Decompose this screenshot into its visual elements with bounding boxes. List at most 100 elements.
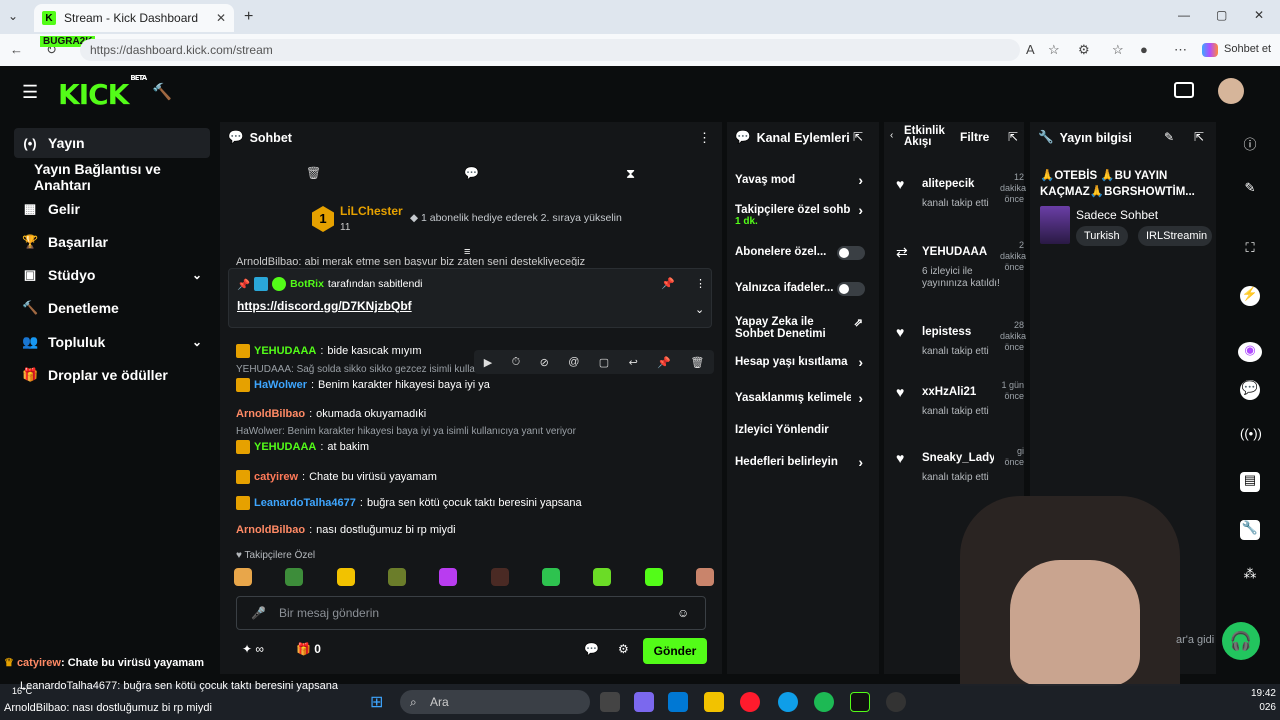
store-icon[interactable] (668, 692, 688, 712)
chat-username[interactable]: HaWolwer (254, 379, 307, 391)
feed-username[interactable]: xxHzAli21 (922, 386, 994, 398)
edit-rail-icon[interactable]: ✎ (1240, 180, 1260, 200)
chat-message[interactable]: ArnoldBilbao: nası dostluğumuz bi rp miyd… (236, 524, 456, 536)
emote-5[interactable] (439, 568, 458, 586)
chat-input[interactable]: 🎤 Bir mesaj gönderin ☺ (236, 596, 706, 630)
action-item-4[interactable]: Yapay Zeka ile Sohbet Denetimi ⇗ (735, 316, 873, 340)
widgets-icon[interactable]: ⁂ (1240, 566, 1260, 586)
spotify-icon[interactable] (814, 692, 834, 712)
broadcast-icon[interactable]: ((•)) (1240, 426, 1262, 446)
toggle-switch[interactable] (837, 246, 865, 260)
kick-logo[interactable]: KICKBETA (58, 74, 147, 111)
chat-username[interactable]: YEHUDAAA (254, 441, 316, 453)
url-field[interactable]: https://dashboard.kick.com/stream (80, 39, 1020, 61)
chat-message[interactable]: ArnoldBilbao: okumada okuyamadıki (236, 408, 426, 420)
popout-icon[interactable]: ⇱ (853, 130, 863, 144)
pinned-by-user[interactable]: BotRix (290, 278, 324, 290)
avatar[interactable] (1218, 78, 1244, 104)
sohbet-et-button[interactable]: Sohbet et (1224, 43, 1271, 55)
chat-message[interactable]: LeanardoTalha4677: buğra sen kötü çocuk t… (236, 496, 582, 510)
trash-icon[interactable]: 🗑 (306, 166, 321, 180)
feed-username[interactable]: YEHUDAAA (922, 246, 994, 258)
clock[interactable]: 19:42 026 (1228, 687, 1276, 715)
obs-icon[interactable] (886, 692, 906, 712)
sidebar-item-5[interactable]: 🔨 Denetleme (14, 293, 210, 323)
emote-6[interactable] (490, 568, 509, 586)
favorites-bar-icon[interactable]: ☆ (1112, 42, 1124, 58)
emote-2[interactable] (285, 568, 304, 586)
sidebar-item-4[interactable]: ▣ Stüdyo ⌄ (14, 260, 210, 290)
emote-9[interactable] (644, 568, 663, 586)
gift-counter[interactable]: 🎁 0 (296, 642, 321, 656)
chat-more-icon[interactable]: ⋮ (698, 130, 711, 146)
expand-chevron-icon[interactable]: ⌄ (695, 303, 704, 316)
chat-message[interactable]: catyirew: Chate bu virüsü yayamam (236, 470, 437, 484)
play-icon[interactable]: ▶ (484, 356, 492, 369)
community-points[interactable]: ✦ ∞ (242, 642, 264, 656)
pin-message-icon[interactable]: 📌 (657, 356, 671, 369)
explorer-icon[interactable] (704, 692, 724, 712)
new-tab-icon[interactable]: + (244, 8, 253, 26)
back-icon[interactable]: ← (10, 42, 23, 57)
more-icon[interactable]: ⋯ (1174, 42, 1187, 58)
lightning-icon[interactable]: ⚡ (1240, 286, 1260, 306)
copy-icon[interactable]: ▢ (599, 356, 609, 369)
filter-button[interactable]: Filtre (960, 130, 989, 144)
browser-tab[interactable]: K Stream - Kick Dashboard ✕ (34, 4, 234, 32)
emote-7[interactable] (541, 568, 560, 586)
close-tab-icon[interactable]: ✕ (216, 11, 226, 25)
category-thumbnail[interactable] (1040, 206, 1070, 244)
chat-settings-icon[interactable]: ⚙ (618, 642, 629, 656)
teams-icon[interactable] (634, 692, 654, 712)
info-icon[interactable]: ⓘ (1240, 134, 1260, 154)
feed-back-icon[interactable]: ‹ (890, 130, 893, 141)
action-item-0[interactable]: Yavaş mod › (735, 172, 873, 188)
action-item-7[interactable]: İzleyici Yönlendir (735, 424, 873, 436)
feed-username[interactable]: alitepecik (922, 178, 994, 190)
reply-icon[interactable]: ↩ (629, 356, 638, 369)
ai-orb-icon[interactable]: ◉ (1238, 342, 1262, 362)
feed-username[interactable]: lepistess (922, 326, 994, 338)
timeout-icon[interactable]: ⏱ (512, 356, 521, 369)
chat-message[interactable]: HaWolwer: Benim karakter hikayesi baya iy… (236, 378, 490, 392)
edit-icon[interactable]: ✎ (1164, 130, 1174, 144)
hammer-icon[interactable]: 🔨 (152, 82, 172, 102)
action-item-5[interactable]: Hesap yaşı kısıtlama › (735, 354, 873, 370)
tag-turkish[interactable]: Turkish (1076, 226, 1128, 246)
sidebar-item-2[interactable]: ▦ Gelir (14, 194, 210, 224)
sidebar-item-6[interactable]: 👥 Topluluk ⌄ (14, 327, 210, 357)
chat-message[interactable]: YEHUDAAA: at bakim (236, 440, 369, 454)
toggle-switch[interactable] (837, 282, 865, 296)
chat-username[interactable]: ArnoldBilbao (236, 524, 305, 536)
feed-popout-icon[interactable]: ⇱ (1008, 130, 1018, 144)
pinned-link[interactable]: https://discord.gg/D7KNjzbQbf (237, 299, 412, 313)
emoji-icon[interactable]: ☺ (677, 597, 689, 629)
extensions-icon[interactable]: ⚙ (1078, 42, 1090, 58)
emote-10[interactable] (695, 568, 714, 586)
mic-icon[interactable]: 🎤 (251, 597, 266, 629)
tab-list-chevron-icon[interactable]: ⌄ (8, 9, 18, 23)
feed-username[interactable]: Sneaky_Lady (922, 452, 994, 464)
edge-icon[interactable] (778, 692, 798, 712)
emote-4[interactable] (387, 568, 406, 586)
emote-3[interactable] (336, 568, 355, 586)
chat-username[interactable]: LeanardoTalha4677 (254, 497, 356, 509)
action-item-1[interactable]: Takipçilere özel sohb 1 dk. › (735, 202, 873, 227)
action-item-3[interactable]: Yalnızca ifadeler... (735, 282, 873, 296)
favorite-icon[interactable]: ☆ (1048, 42, 1060, 58)
chat-username[interactable]: catyirew (254, 471, 298, 483)
menu-icon[interactable]: ☰ (22, 82, 38, 103)
minimize-icon[interactable]: — (1178, 8, 1190, 22)
mention-icon[interactable]: @ (568, 356, 579, 368)
action-item-6[interactable]: Yasaklanmış kelimele › (735, 390, 873, 406)
category-name[interactable]: Sadece Sohbet (1076, 208, 1158, 222)
sidebar-item-7[interactable]: 🎁 Droplar ve ödüller (14, 360, 210, 390)
chat-mode-icon[interactable]: 💬 (464, 166, 479, 180)
emote-1[interactable] (234, 568, 252, 586)
chat-username[interactable]: ArnoldBilbao (236, 408, 305, 420)
task-view-icon[interactable] (600, 692, 620, 712)
top-gifter-name[interactable]: LiLChester (340, 204, 403, 218)
emote-8[interactable] (593, 568, 612, 586)
read-aloud-icon[interactable]: A (1026, 42, 1035, 57)
unpin-icon[interactable]: 📌 (661, 277, 675, 290)
